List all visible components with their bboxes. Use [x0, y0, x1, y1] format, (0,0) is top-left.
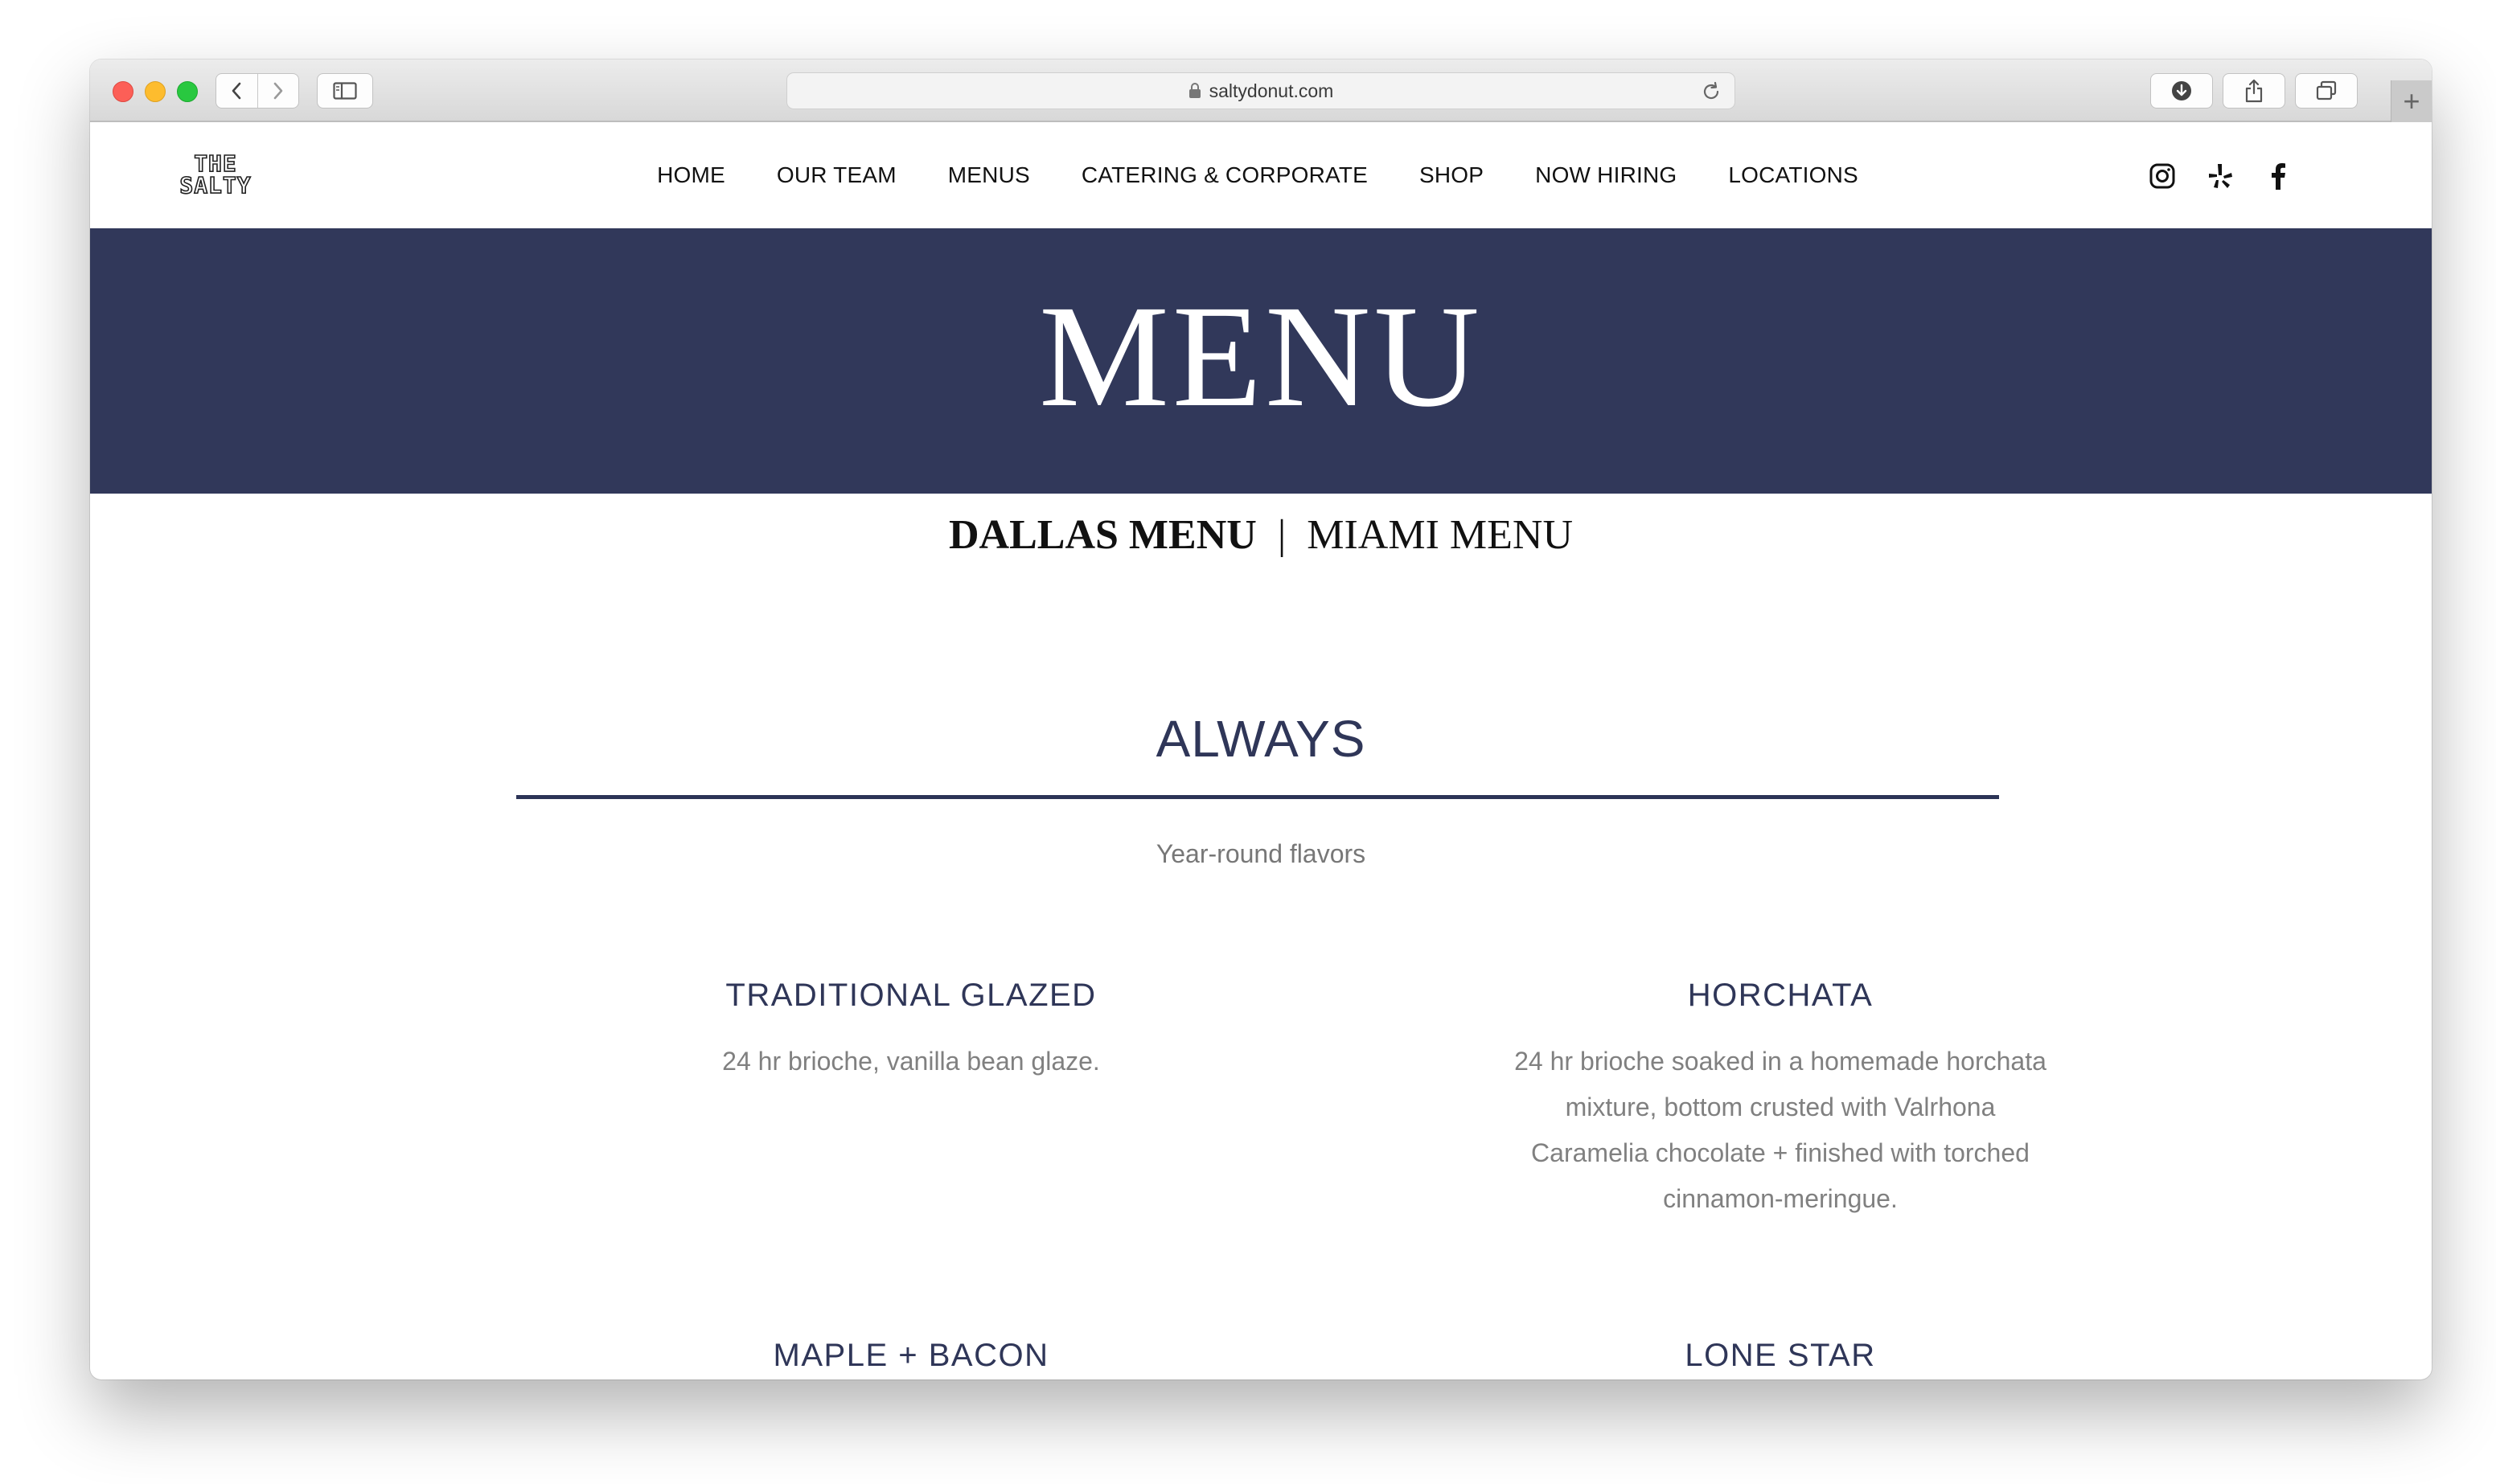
menu-item: TRADITIONAL GLAZED 24 hr brioche, vanill… [606, 976, 1217, 1084]
lock-icon [1188, 83, 1201, 98]
share-icon [2245, 79, 2263, 103]
sidebar-icon [333, 82, 357, 100]
reload-icon[interactable] [1701, 81, 1722, 102]
main-nav: HOME OUR TEAM MENUS CATERING & CORPORATE… [90, 122, 2432, 228]
facebook-icon [2272, 163, 2285, 190]
city-menu-switch: DALLAS MENU | MIAMI MENU [90, 511, 2432, 559]
menu-item: LONE STAR [1475, 1336, 2086, 1375]
site-header: THE SALTY HOME OUR TEAM MENUS CATERING &… [90, 122, 2432, 228]
instagram-link[interactable] [2147, 161, 2178, 191]
menu-item-name: HORCHATA [1687, 978, 1874, 1013]
back-button[interactable] [216, 74, 257, 108]
tabs-overview-button[interactable] [2295, 73, 2358, 109]
instagram-icon [2149, 163, 2175, 189]
nav-our-team[interactable]: OUR TEAM [777, 162, 897, 188]
menu-item-description: 24 hr brioche soaked in a homemade horch… [1514, 1047, 2046, 1213]
menu-item-name: LONE STAR [1685, 1338, 1876, 1373]
new-tab-button[interactable]: + [2391, 80, 2432, 122]
section-title: ALWAYS [1156, 710, 1366, 768]
zoom-window-button[interactable] [177, 81, 198, 102]
miami-menu-link[interactable]: MIAMI MENU [1307, 512, 1573, 558]
section-subtitle: Year-round flavors [1156, 839, 1366, 868]
menu-item: HORCHATA 24 hr brioche soaked in a homem… [1475, 976, 2086, 1222]
facebook-link[interactable] [2263, 161, 2293, 191]
nav-menus[interactable]: MENUS [948, 162, 1030, 188]
nav-home[interactable]: HOME [657, 162, 725, 188]
forward-button[interactable] [257, 74, 299, 108]
close-window-button[interactable] [113, 81, 133, 102]
yelp-link[interactable] [2205, 161, 2235, 191]
share-button[interactable] [2223, 73, 2285, 109]
minimize-window-button[interactable] [145, 81, 166, 102]
tabs-icon [2316, 80, 2337, 100]
yelp-icon [2209, 164, 2232, 188]
chevron-left-icon [232, 82, 241, 100]
nav-shop[interactable]: SHOP [1419, 162, 1484, 188]
browser-toolbar: saltydonut.com + [90, 59, 2432, 122]
downloads-button[interactable] [2150, 73, 2213, 109]
history-nav [216, 73, 299, 109]
nav-locations[interactable]: LOCATIONS [1728, 162, 1858, 188]
page-title: MENU [1039, 276, 1483, 437]
browser-window: saltydonut.com + THE SALTY HOME OUR TEAM… [90, 59, 2432, 1379]
sidebar-toggle-button[interactable] [317, 73, 373, 109]
menu-item-name: MAPLE + BACON [773, 1338, 1049, 1373]
section-divider [516, 795, 1999, 799]
hero-banner: MENU [90, 228, 2432, 494]
chevron-right-icon [273, 82, 283, 100]
url-text: saltydonut.com [1209, 80, 1334, 101]
menu-item-name: TRADITIONAL GLAZED [725, 978, 1097, 1013]
nav-catering-corporate[interactable]: CATERING & CORPORATE [1082, 162, 1368, 188]
address-bar[interactable]: saltydonut.com [786, 72, 1735, 109]
menu-item-description: 24 hr brioche, vanilla bean glaze. [722, 1047, 1100, 1076]
menu-separator: | [1277, 512, 1287, 558]
menu-item: MAPLE + BACON [606, 1336, 1217, 1375]
dallas-menu-link[interactable]: DALLAS MENU [949, 512, 1257, 558]
download-icon [2172, 81, 2191, 100]
nav-now-hiring[interactable]: NOW HIRING [1535, 162, 1677, 188]
